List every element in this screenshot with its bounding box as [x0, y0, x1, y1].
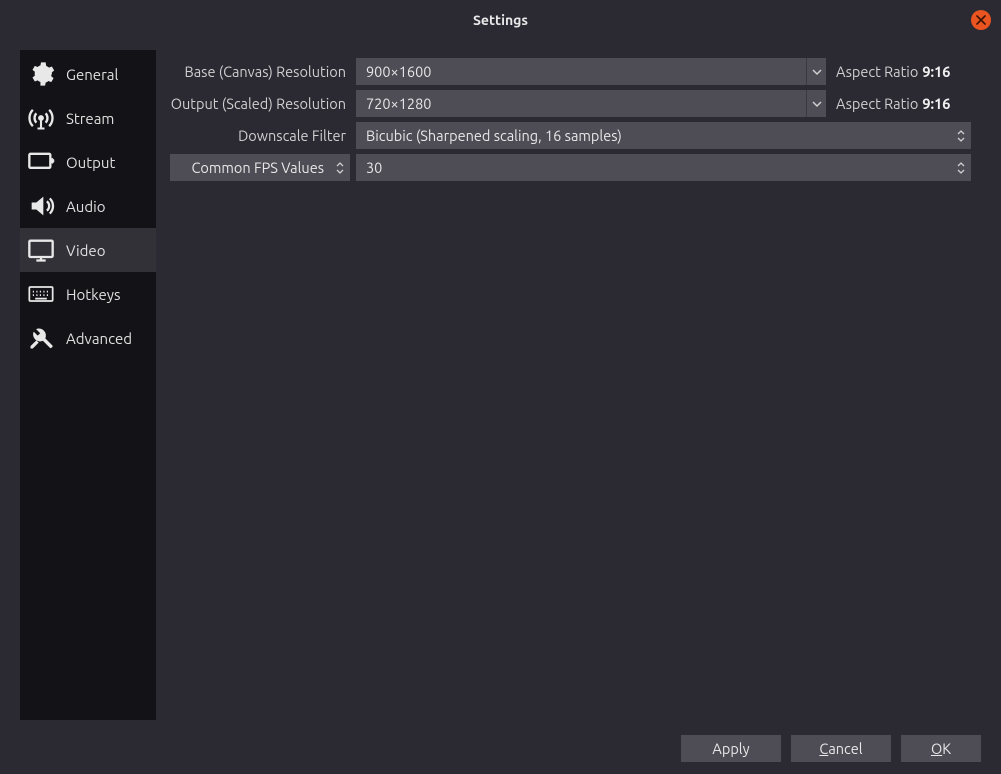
- speaker-icon: [26, 191, 56, 221]
- close-button[interactable]: [971, 10, 991, 30]
- window-title: Settings: [473, 12, 528, 28]
- sidebar-item-stream[interactable]: Stream: [20, 96, 156, 140]
- sidebar-item-label: Advanced: [66, 330, 132, 347]
- chevron-down-icon: [806, 90, 826, 117]
- base-resolution-label: Base (Canvas) Resolution: [166, 63, 350, 80]
- output-resolution-combo[interactable]: 720×1280: [356, 90, 826, 117]
- stepper-icon: [951, 122, 971, 149]
- fps-value: 30: [366, 159, 382, 176]
- output-aspect-ratio: Aspect Ratio 9:16: [832, 95, 950, 112]
- fps-mode-value: Common FPS Values: [192, 159, 324, 176]
- dialog-footer: Apply Cancel OK: [681, 735, 981, 762]
- downscale-filter-row: Downscale Filter Bicubic (Sharpened scal…: [166, 122, 971, 149]
- fps-row: Common FPS Values 30: [166, 154, 971, 181]
- titlebar: Settings: [0, 0, 1001, 40]
- sidebar-item-label: Stream: [66, 110, 114, 127]
- cancel-button[interactable]: Cancel: [791, 735, 891, 762]
- sidebar-item-output[interactable]: Output: [20, 140, 156, 184]
- stepper-icon: [951, 154, 971, 181]
- tools-icon: [26, 323, 56, 353]
- sidebar-item-label: Output: [66, 154, 115, 171]
- downscale-filter-label: Downscale Filter: [166, 127, 350, 144]
- sidebar-item-advanced[interactable]: Advanced: [20, 316, 156, 360]
- chevron-down-icon: [806, 58, 826, 85]
- sidebar-item-hotkeys[interactable]: Hotkeys: [20, 272, 156, 316]
- sidebar-item-audio[interactable]: Audio: [20, 184, 156, 228]
- keyboard-icon: [26, 279, 56, 309]
- downscale-filter-value: Bicubic (Sharpened scaling, 16 samples): [366, 127, 622, 144]
- sidebar-item-video[interactable]: Video: [20, 228, 156, 272]
- sidebar-item-label: Video: [66, 242, 105, 259]
- settings-content: Base (Canvas) Resolution 900×1600 Aspect…: [156, 50, 981, 720]
- fps-value-combo[interactable]: 30: [356, 154, 971, 181]
- sidebar-item-label: Hotkeys: [66, 286, 120, 303]
- apply-button[interactable]: Apply: [681, 735, 781, 762]
- sidebar: General Stream Output Audio Video: [20, 50, 156, 720]
- ok-button[interactable]: OK: [901, 735, 981, 762]
- output-resolution-value: 720×1280: [366, 95, 431, 112]
- gear-icon: [26, 59, 56, 89]
- monitor-icon: [26, 235, 56, 265]
- sidebar-item-general[interactable]: General: [20, 52, 156, 96]
- base-resolution-row: Base (Canvas) Resolution 900×1600 Aspect…: [166, 58, 971, 85]
- sidebar-item-label: General: [66, 66, 118, 83]
- sidebar-item-label: Audio: [66, 198, 106, 215]
- output-icon: [26, 147, 56, 177]
- base-aspect-ratio: Aspect Ratio 9:16: [832, 63, 950, 80]
- base-resolution-value: 900×1600: [366, 63, 431, 80]
- output-resolution-row: Output (Scaled) Resolution 720×1280 Aspe…: [166, 90, 971, 117]
- base-resolution-combo[interactable]: 900×1600: [356, 58, 826, 85]
- downscale-filter-combo[interactable]: Bicubic (Sharpened scaling, 16 samples): [356, 122, 971, 149]
- fps-mode-combo[interactable]: Common FPS Values: [170, 154, 350, 181]
- output-resolution-label: Output (Scaled) Resolution: [166, 95, 350, 112]
- stepper-icon: [330, 154, 350, 181]
- antenna-icon: [26, 103, 56, 133]
- close-icon: [976, 12, 986, 28]
